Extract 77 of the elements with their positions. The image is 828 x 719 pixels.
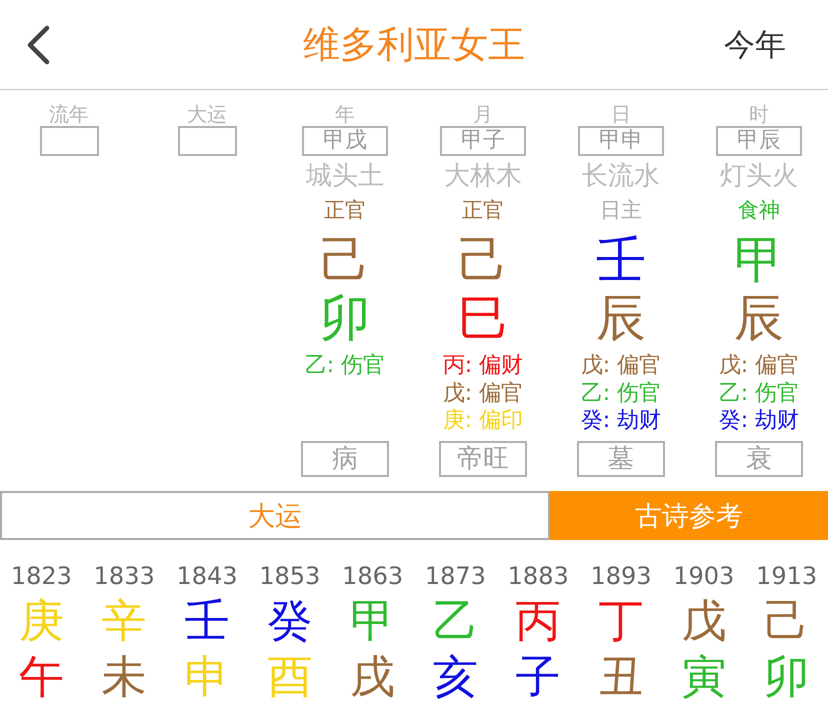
life-stage-tag: 病 [301, 441, 389, 477]
ganzhi-slot [40, 126, 98, 156]
decade-branch: 戌 [350, 649, 396, 705]
heavenly-stem: 甲 [734, 231, 784, 289]
nayin-text: 城头土 [306, 160, 384, 192]
decade-year: 1893 [590, 561, 652, 591]
decade-branch: 丑 [598, 649, 644, 705]
decade-stem: 癸 [267, 593, 312, 649]
back-button[interactable] [26, 24, 50, 64]
decade-branch: 午 [18, 649, 64, 705]
ganzhi-slot [178, 126, 236, 156]
hidden-stem-text: 乙: 伤官 [580, 380, 662, 407]
heavenly-stem: 壬 [596, 231, 646, 289]
decade-branch: 寅 [681, 649, 726, 705]
decade-branch: 子 [516, 649, 561, 705]
decade-stem: 乙 [432, 593, 478, 649]
pillar-label: 年 [335, 102, 355, 126]
decade-year: 1833 [94, 561, 155, 591]
decade-branch: 亥 [432, 649, 478, 705]
hidden-stem-text: 癸: 劫财 [580, 407, 662, 434]
earthly-branch: 辰 [734, 289, 784, 347]
back-icon [26, 24, 50, 64]
ten-god-text: 正官 [462, 197, 504, 224]
hidden-stem-text: 戊: 偏官 [580, 352, 662, 380]
earthly-branch: 巳 [458, 289, 508, 347]
earthly-branch: 辰 [596, 289, 646, 347]
ten-god-text: 日主 [600, 197, 642, 224]
decade-branch: 酉 [267, 649, 312, 705]
decade-year: 1863 [342, 561, 404, 591]
earthly-branch: 卯 [320, 289, 370, 347]
decade-year: 1853 [259, 561, 320, 591]
decade-stem: 壬 [184, 593, 230, 649]
hidden-stem-text: 戊: 偏官 [718, 352, 800, 380]
decade-year: 1903 [673, 561, 734, 591]
ganzhi-tag: 甲戌 [302, 126, 388, 156]
ganzhi-tag: 甲子 [440, 126, 526, 156]
decade-stem: 甲 [350, 593, 396, 649]
ganzhi-tag: 甲辰 [716, 126, 802, 156]
decade-stem: 丁 [598, 593, 644, 649]
hidden-stem-text: 丙: 偏财 [442, 352, 524, 380]
decade-stem: 辛 [102, 593, 147, 649]
dayun-header: 大运 [0, 491, 550, 540]
decade-stem: 己 [764, 593, 810, 649]
pillar-label: 日 [611, 102, 631, 126]
decade-year: 1873 [424, 561, 486, 591]
nayin-text: 大林木 [444, 160, 522, 192]
ten-god-text: 正官 [324, 197, 366, 224]
decade-branch: 卯 [764, 649, 810, 705]
pillar-label: 流年 [49, 102, 89, 126]
life-stage-tag: 帝旺 [439, 441, 527, 477]
decade-stem: 丙 [516, 593, 561, 649]
hidden-stem-text: 癸: 劫财 [718, 407, 800, 434]
decade-year: 1913 [756, 561, 818, 591]
decade-branch: 申 [184, 649, 230, 705]
this-year-button[interactable]: 今年 [724, 24, 786, 64]
pillar-label: 月 [473, 102, 493, 126]
pillar-label: 时 [749, 102, 769, 126]
decade-year: 1883 [508, 561, 569, 591]
life-stage-tag: 墓 [577, 441, 665, 477]
hidden-stem-text: 乙: 伤官 [304, 352, 386, 380]
nayin-text: 长流水 [582, 160, 660, 192]
page-title: 维多利亚女王 [303, 22, 525, 68]
life-stage-tag: 衰 [715, 441, 803, 477]
hidden-stem-text: 庚: 偏印 [442, 407, 524, 434]
decade-year: 1823 [10, 561, 72, 591]
ten-god-text: 食神 [738, 197, 780, 224]
pillar-label: 大运 [187, 102, 227, 126]
decade-stem: 庚 [18, 593, 64, 649]
decade-branch: 未 [102, 649, 147, 705]
decade-year: 1843 [176, 561, 238, 591]
decade-stem: 戊 [681, 593, 726, 649]
hidden-stem-text: 乙: 伤官 [718, 380, 800, 407]
heavenly-stem: 己 [320, 231, 370, 289]
hidden-stem-text: 戊: 偏官 [442, 380, 524, 407]
heavenly-stem: 己 [458, 231, 508, 289]
ganzhi-tag: 甲申 [578, 126, 664, 156]
nayin-text: 灯头火 [720, 160, 798, 192]
